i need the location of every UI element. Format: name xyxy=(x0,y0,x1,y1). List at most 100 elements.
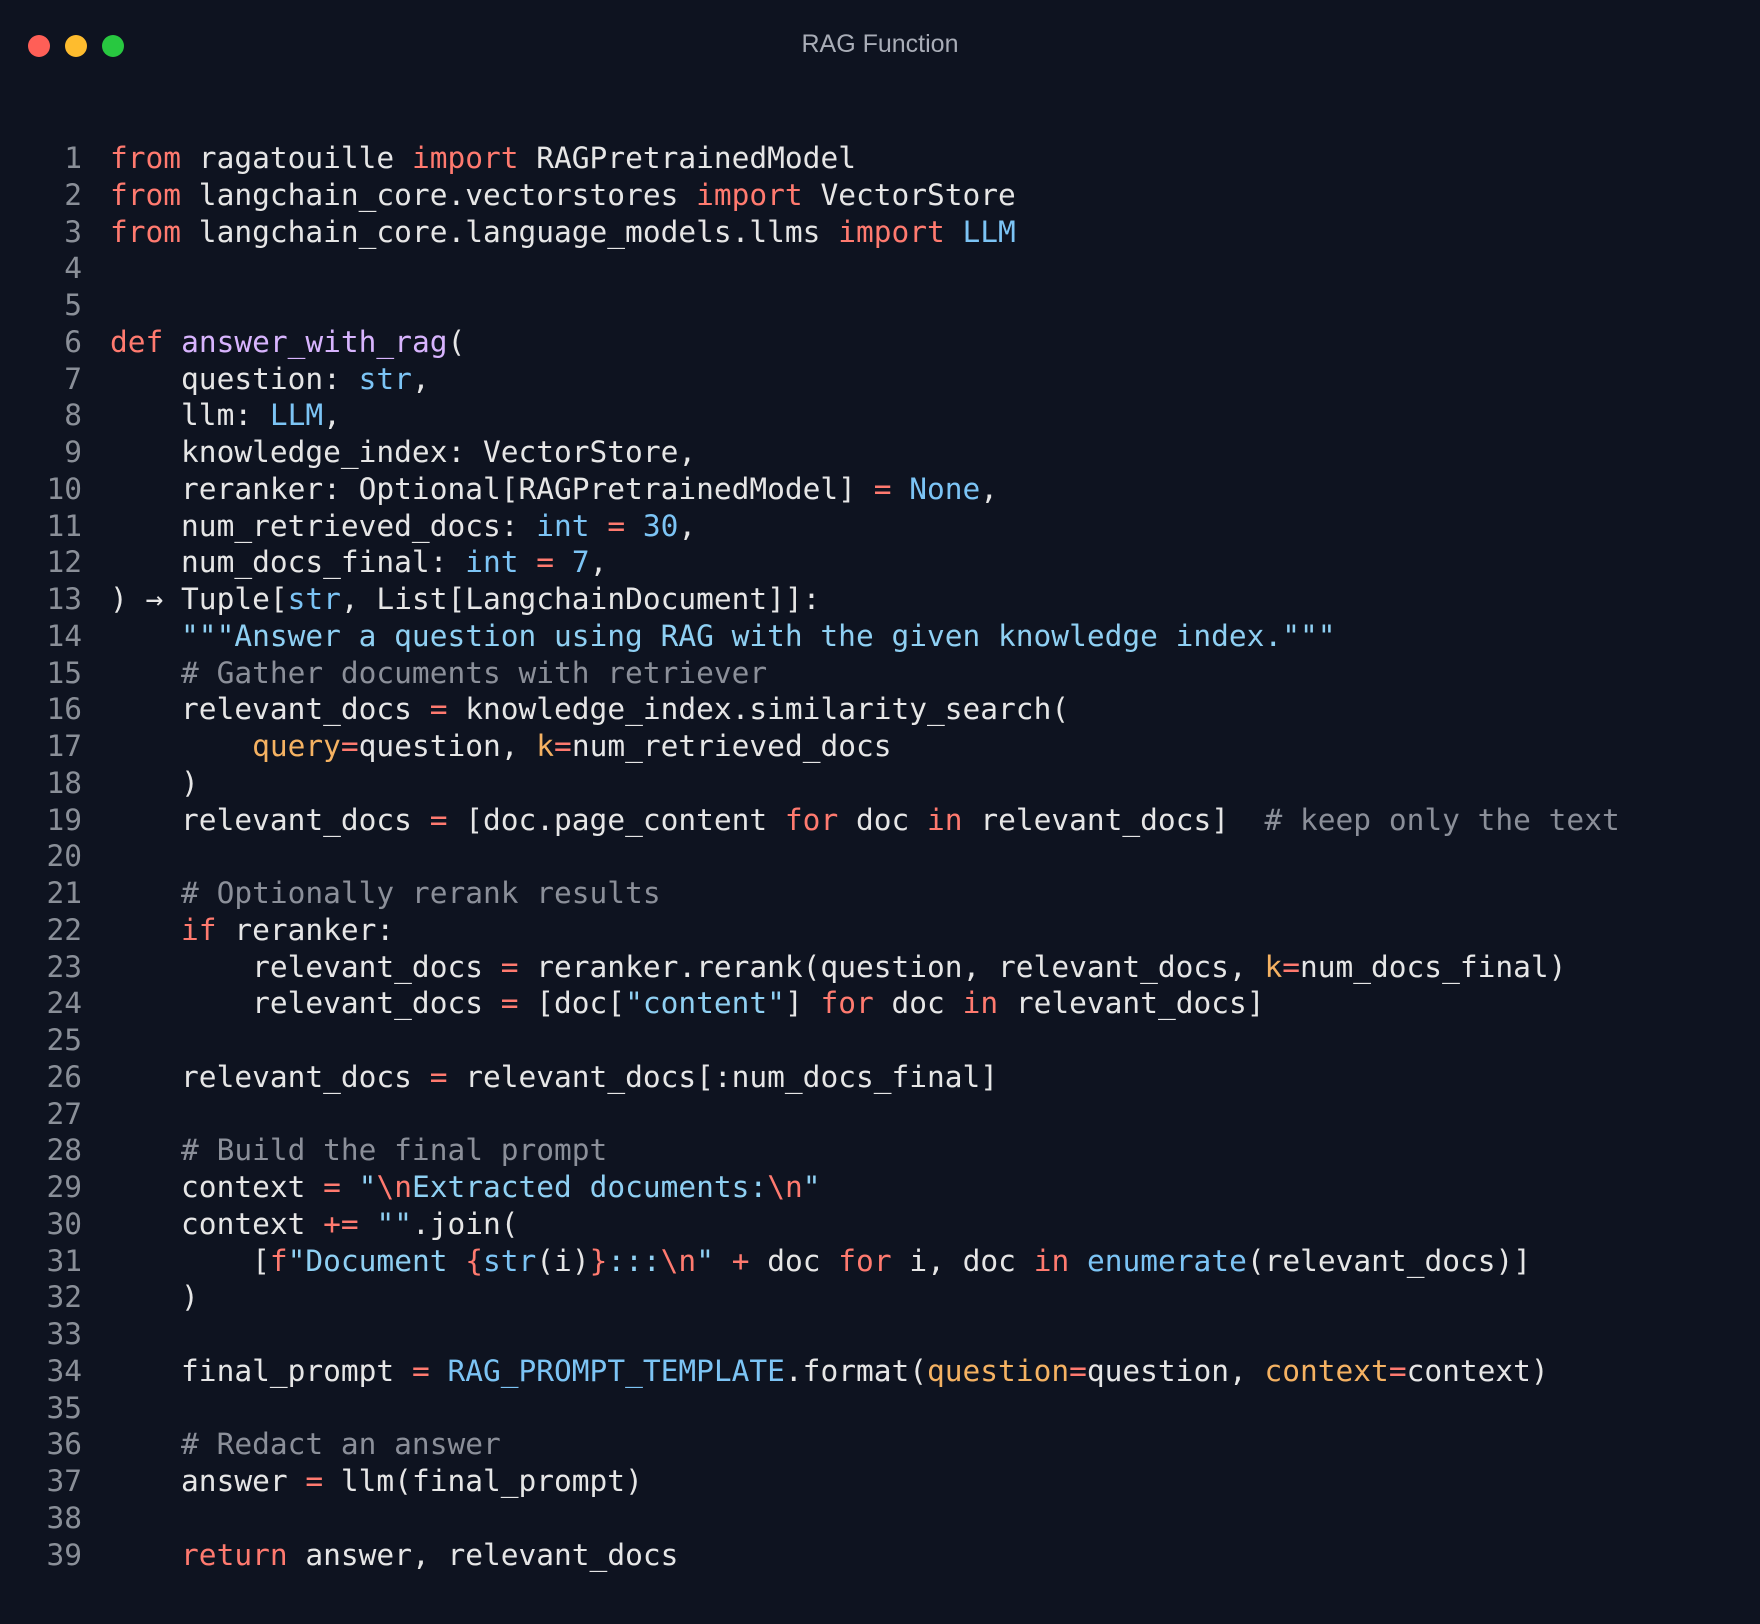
code-line: 28 # Build the final prompt xyxy=(0,1132,1760,1169)
code-editor[interactable]: 1 from ragatouille import RAGPretrainedMo… xyxy=(0,140,1760,1573)
code-token: ::: xyxy=(607,1243,661,1278)
code-text: def answer_with_rag( xyxy=(110,324,465,361)
code-line: 33 xyxy=(0,1316,1760,1353)
code-token: llm(final_prompt) xyxy=(323,1464,643,1498)
code-token: \n xyxy=(376,1170,412,1204)
code-token: , List[LangchainDocument]]: xyxy=(340,582,821,616)
line-number: 2 xyxy=(64,177,82,212)
code-token: for xyxy=(784,802,839,837)
line-number: 20 xyxy=(46,839,82,874)
code-line: 21 # Optionally rerank results xyxy=(0,875,1760,912)
line-number: 30 xyxy=(46,1206,82,1241)
code-token: in xyxy=(927,802,963,837)
code-token: RAGPretrainedModel xyxy=(518,141,856,175)
code-line: 23 relevant_docs = reranker.rerank(quest… xyxy=(0,949,1760,986)
code-token: } xyxy=(589,1243,608,1278)
line-number: 25 xyxy=(46,1023,82,1057)
line-number: 26 xyxy=(46,1059,82,1094)
code-token: doc xyxy=(749,1243,839,1278)
code-token: (i) xyxy=(536,1243,590,1278)
code-text: reranker: Optional[RAGPretrainedModel] =… xyxy=(110,471,998,508)
code-line: 14 """Answer a question using RAG with t… xyxy=(0,618,1760,655)
code-token: = xyxy=(1069,1353,1087,1388)
code-text: ) → Tuple[str, List[LangchainDocument]]: xyxy=(110,581,820,618)
code-token: for xyxy=(838,1243,892,1278)
code-token: relevant_docs xyxy=(110,802,430,837)
code-token: RAG_PROMPT_TEMPLATE xyxy=(447,1353,785,1388)
code-line: 5 xyxy=(0,287,1760,324)
line-number: 18 xyxy=(46,765,82,800)
code-line: 18 ) xyxy=(0,765,1760,802)
code-line: 30 context += "".join( xyxy=(0,1206,1760,1243)
code-token: str xyxy=(483,1243,537,1278)
code-token: str xyxy=(287,582,341,616)
code-text: query=question, k=num_retrieved_docs xyxy=(110,728,891,765)
code-token: reranker: xyxy=(216,912,395,947)
code-token: ( xyxy=(447,324,466,359)
line-number: 17 xyxy=(46,729,82,763)
code-token: "" xyxy=(376,1206,412,1241)
code-line: 1 from ragatouille import RAGPretrainedMo… xyxy=(0,140,1760,177)
code-text: # Build the final prompt xyxy=(110,1132,607,1169)
code-text: ) xyxy=(110,765,199,802)
code-token: .format( xyxy=(784,1353,928,1388)
code-token: relevant_docs xyxy=(110,949,501,984)
code-token: reranker.rerank(question, relevant_docs, xyxy=(518,949,1265,984)
code-line: 10 reranker: Optional[RAGPretrainedModel… xyxy=(0,471,1760,508)
code-text: relevant_docs = [doc["content"] for doc … xyxy=(110,985,1264,1022)
code-text: # Gather documents with retriever xyxy=(110,655,767,692)
code-line: 15 # Gather documents with retriever xyxy=(0,655,1760,692)
code-token: import xyxy=(411,141,519,175)
code-token: from xyxy=(110,141,182,175)
code-line: 32 ) xyxy=(0,1279,1760,1316)
title-bar: RAG Function xyxy=(0,0,1760,92)
code-line: 16 relevant_docs = knowledge_index.simil… xyxy=(0,691,1760,728)
code-token: langchain_core.language_models.llms xyxy=(181,214,839,249)
line-number: 27 xyxy=(46,1096,82,1131)
code-token: if xyxy=(181,912,217,947)
code-token: += xyxy=(323,1206,359,1241)
code-token: = xyxy=(411,1353,430,1388)
code-token: = xyxy=(500,986,519,1021)
code-token: str xyxy=(358,361,412,396)
line-number: 6 xyxy=(64,324,82,359)
code-token: context xyxy=(1264,1353,1389,1388)
code-token: import xyxy=(696,177,803,212)
code-token: query xyxy=(252,729,341,763)
line-number: 8 xyxy=(64,398,82,433)
code-token: int xyxy=(465,545,519,580)
code-text: final_prompt = RAG_PROMPT_TEMPLATE.forma… xyxy=(110,1353,1549,1390)
code-text: answer = llm(final_prompt) xyxy=(110,1463,643,1500)
window-title: RAG Function xyxy=(801,30,959,58)
code-line: 39 return answer, relevant_docs xyxy=(0,1537,1760,1574)
code-text: relevant_docs = reranker.rerank(question… xyxy=(110,949,1566,986)
code-token: \n xyxy=(660,1243,697,1278)
code-token: relevant_docs[:num_docs_final] xyxy=(447,1059,999,1094)
code-line: 20 xyxy=(0,838,1760,875)
code-token: i, doc xyxy=(891,1243,1034,1278)
code-token: \n xyxy=(767,1170,803,1204)
code-line: 35 xyxy=(0,1390,1760,1427)
code-token: " xyxy=(802,1170,821,1204)
line-number: 10 xyxy=(46,471,82,506)
line-number: 38 xyxy=(46,1500,82,1535)
code-token: # Gather documents with retriever xyxy=(181,655,768,690)
code-text: context += "".join( xyxy=(110,1206,519,1243)
code-token: = xyxy=(305,1464,324,1498)
code-token: " xyxy=(696,1243,714,1278)
code-token: , xyxy=(678,508,697,543)
code-token: = xyxy=(500,949,519,984)
code-line: 27 xyxy=(0,1096,1760,1133)
code-token: context) xyxy=(1406,1353,1549,1388)
code-text: knowledge_index: VectorStore, xyxy=(110,434,696,471)
code-token: from xyxy=(110,214,182,249)
code-token: answer, relevant_docs xyxy=(287,1537,679,1572)
code-token: relevant_docs xyxy=(110,1059,430,1094)
line-number: 7 xyxy=(64,361,82,396)
code-token: [doc[ xyxy=(518,986,626,1021)
